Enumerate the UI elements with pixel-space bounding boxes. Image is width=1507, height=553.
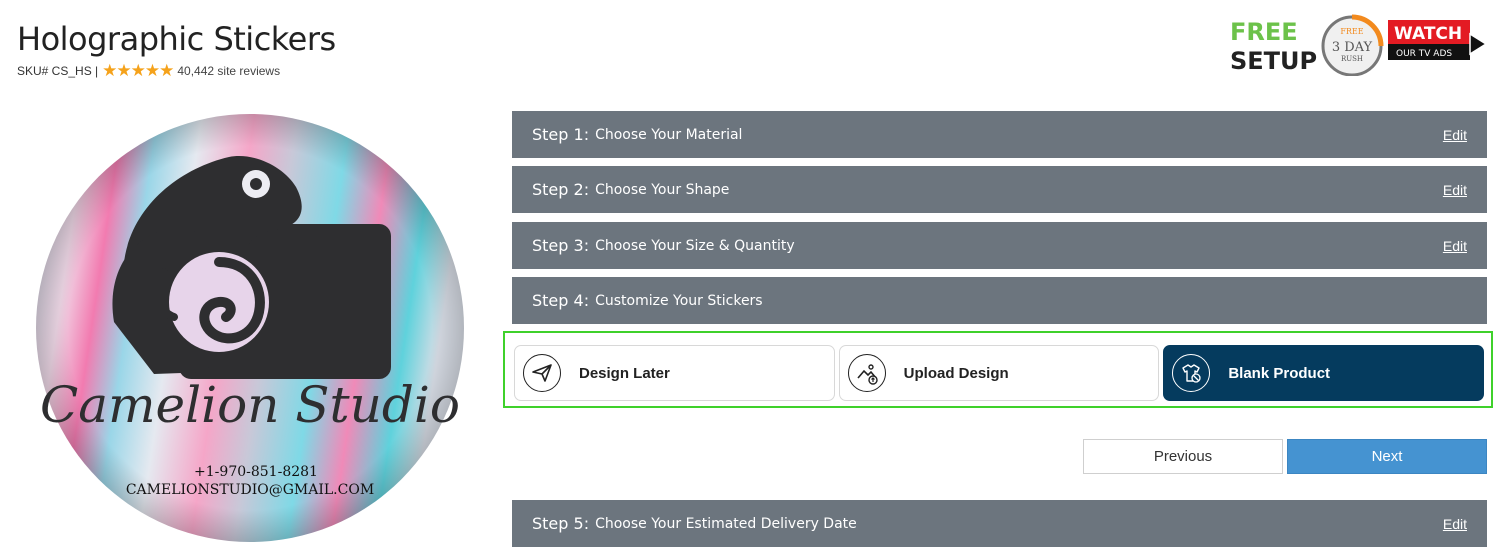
blank-product-label: Blank Product [1228,364,1331,382]
rush-top-text: FREE [1340,27,1363,36]
next-button[interactable]: Next [1287,439,1487,474]
step-4-header: Step 4: Customize Your Stickers [512,277,1487,324]
design-later-option[interactable]: Design Later [514,345,835,401]
upload-design-option[interactable]: Upload Design [838,345,1160,401]
paper-plane-icon [523,354,561,392]
step-5-edit-link[interactable]: Edit [1443,516,1467,532]
setup-badge-text: SETUP [1230,47,1317,75]
step-2-header[interactable]: Step 2: Choose Your Shape Edit [512,166,1487,213]
step-2-edit-link[interactable]: Edit [1443,182,1467,198]
rush-mid-text: 3 DAY [1332,40,1373,55]
watch-tv-ads-icon: WATCH OUR TV ADS [1388,20,1488,60]
step-1-header[interactable]: Step 1: Choose Your Material Edit [512,111,1487,158]
reviews-link[interactable]: 40,442 site reviews [177,64,280,78]
image-brand-text: Camelion Studio [40,376,460,434]
design-later-label: Design Later [579,364,670,382]
image-upload-icon [847,354,886,392]
step-5-number: Step 5: [532,514,590,533]
step-3-header[interactable]: Step 3: Choose Your Size & Quantity Edit [512,222,1487,269]
step-5-label: Choose Your Estimated Delivery Date [595,515,857,532]
step-1-label: Choose Your Material [595,126,743,143]
rush-bottom-text: RUSH [1341,55,1363,63]
step-3-label: Choose Your Size & Quantity [595,237,795,254]
watch-text: WATCH [1394,24,1462,44]
step-3-number: Step 3: [532,236,590,255]
free-badge-text: FREE [1230,18,1298,46]
product-image: Camelion Studio +1-970-851-8281 CAMELION… [36,114,464,542]
sku-text: SKU# CS_HS | [17,63,99,78]
step-3-edit-link[interactable]: Edit [1443,238,1467,254]
step-1-number: Step 1: [532,125,590,144]
product-title: Holographic Stickers [17,20,336,58]
step-2-label: Choose Your Shape [595,181,730,198]
rush-badge-icon: FREE 3 DAY RUSH [1321,14,1384,76]
blank-product-icon [1172,354,1211,392]
step-5-header[interactable]: Step 5: Choose Your Estimated Delivery D… [512,500,1487,547]
step-2-number: Step 2: [532,180,590,199]
blank-product-option[interactable]: Blank Product [1163,345,1485,401]
previous-button[interactable]: Previous [1083,439,1283,474]
image-phone-text: +1-970-851-8281 [194,464,318,480]
image-email-text: CAMELIONSTUDIO@GMAIL.COM [126,482,374,498]
promo-badges[interactable]: FREE SETUP FREE 3 DAY RUSH WATCH OUR TV … [1228,14,1490,76]
product-meta: SKU# CS_HS | ★★★★★ 40,442 site reviews [17,62,280,79]
step-4-number: Step 4: [532,291,590,310]
upload-design-label: Upload Design [903,364,1009,382]
step-4-label: Customize Your Stickers [595,292,763,309]
rating-stars-icon[interactable]: ★★★★★ [102,62,174,79]
tv-ads-text: OUR TV ADS [1396,49,1452,59]
customize-options: Design Later Upload Design Blank Product [503,331,1493,408]
step-1-edit-link[interactable]: Edit [1443,127,1467,143]
